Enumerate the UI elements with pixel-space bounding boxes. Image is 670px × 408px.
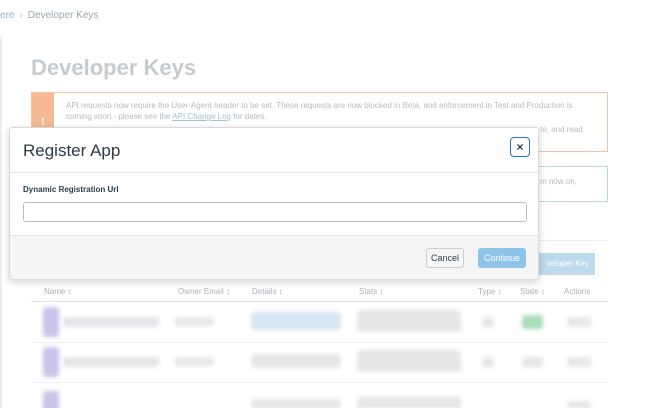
breadcrumb-current: Developer Keys: [27, 10, 99, 21]
breadcrumb: ere › Developer Keys: [0, 10, 98, 21]
registration-url-label: Dynamic Registration Url: [23, 185, 119, 194]
warning-text-tail: te, and read: [540, 125, 583, 134]
table-row: [31, 303, 608, 343]
registration-url-input[interactable]: [23, 202, 527, 222]
page-title: Developer Keys: [31, 55, 197, 80]
col-stats[interactable]: Stats ↕: [359, 287, 383, 296]
dialog-footer: Cancel Continue: [10, 235, 538, 279]
col-type[interactable]: Type ↕: [478, 287, 502, 296]
api-change-log-link[interactable]: API Change Log: [172, 112, 231, 121]
close-button[interactable]: ×: [510, 137, 530, 157]
table-row: [31, 383, 608, 408]
app-avatar: [43, 307, 59, 337]
breadcrumb-separator: ›: [19, 10, 23, 21]
table-row: [31, 343, 608, 383]
dialog-title: Register App: [23, 141, 121, 160]
col-name[interactable]: Name ↕: [44, 287, 72, 296]
breadcrumb-link[interactable]: ere: [0, 10, 14, 21]
col-owner-email[interactable]: Owner Email ↕: [178, 287, 230, 296]
continue-button[interactable]: Continue: [478, 248, 526, 268]
col-actions: Actions: [564, 287, 591, 296]
warning-text: API requests now require the User-Agent …: [66, 101, 573, 121]
col-details[interactable]: Details ↕: [252, 287, 283, 296]
dialog-divider: [10, 172, 538, 173]
close-icon: ×: [516, 140, 524, 154]
left-divider: [0, 36, 2, 408]
register-app-dialog: Register App × Dynamic Registration Url …: [9, 127, 539, 280]
cancel-button[interactable]: Cancel: [426, 248, 464, 268]
app-avatar: [43, 347, 59, 377]
app-avatar: [43, 391, 59, 408]
table-header: Name ↕ Owner Email ↕ Details ↕ Stats ↕ T…: [31, 284, 608, 302]
info-text-tail: m now on,: [540, 177, 577, 186]
col-state[interactable]: State ↕: [520, 287, 545, 296]
